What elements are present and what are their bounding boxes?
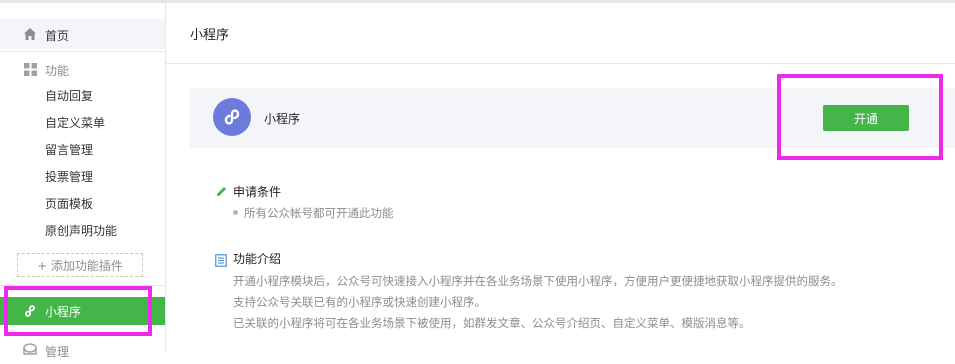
sidebar-section-function[interactable]: 功能 xyxy=(0,56,165,83)
sidebar-item-page-templates[interactable]: 页面模板 xyxy=(45,193,93,215)
sidebar-item-custom-menu[interactable]: 自定义菜单 xyxy=(45,112,105,134)
home-icon xyxy=(23,27,37,41)
grid-icon xyxy=(23,62,37,76)
conditions-item: 所有公众帐号都可开通此功能 xyxy=(233,205,394,221)
conditions-title: 申请条件 xyxy=(233,185,282,199)
intro-line: 已关联的小程序将可在各业务场景下被使用，如群发文章、公众号介绍页、自定义菜单、模… xyxy=(233,316,751,330)
sidebar-section-manage[interactable]: 管理 xyxy=(0,337,165,364)
page-title-divider xyxy=(166,63,955,64)
bullet xyxy=(233,210,238,215)
sidebar-divider xyxy=(0,51,165,52)
intro-line: 开通小程序模块后，公众号可快速接入小程序并在各业务场景下使用小程序，方便用户更便… xyxy=(233,274,843,288)
page-title: 小程序 xyxy=(190,28,230,43)
sidebar-item-home[interactable]: 首页 xyxy=(0,19,165,49)
highlight-frame-open-button xyxy=(777,74,943,160)
sidebar-item-original-declaration[interactable]: 原创声明功能 xyxy=(45,220,117,242)
sidebar-section-manage-label: 管理 xyxy=(45,345,70,359)
intro-title: 功能介绍 xyxy=(233,252,282,266)
intro-line: 支持公众号关联已有的小程序或快速创建小程序。 xyxy=(233,295,486,309)
sidebar-item-auto-reply[interactable]: 自动回复 xyxy=(45,85,93,107)
pen-icon xyxy=(214,184,228,198)
sidebar-item-home-label: 首页 xyxy=(45,29,70,43)
manage-icon xyxy=(23,343,37,357)
sidebar-item-comments[interactable]: 留言管理 xyxy=(45,139,93,161)
sidebar-section-function-label: 功能 xyxy=(45,64,70,78)
sidebar-item-votes[interactable]: 投票管理 xyxy=(45,166,93,188)
document-icon xyxy=(214,253,228,267)
conditions-text: 所有公众帐号都可开通此功能 xyxy=(244,206,394,220)
add-plugin-button[interactable]: + 添加功能插件 xyxy=(17,253,143,277)
mini-program-card-title: 小程序 xyxy=(264,112,301,126)
highlight-frame-sidebar xyxy=(4,286,152,336)
mini-program-logo-icon xyxy=(213,98,251,136)
